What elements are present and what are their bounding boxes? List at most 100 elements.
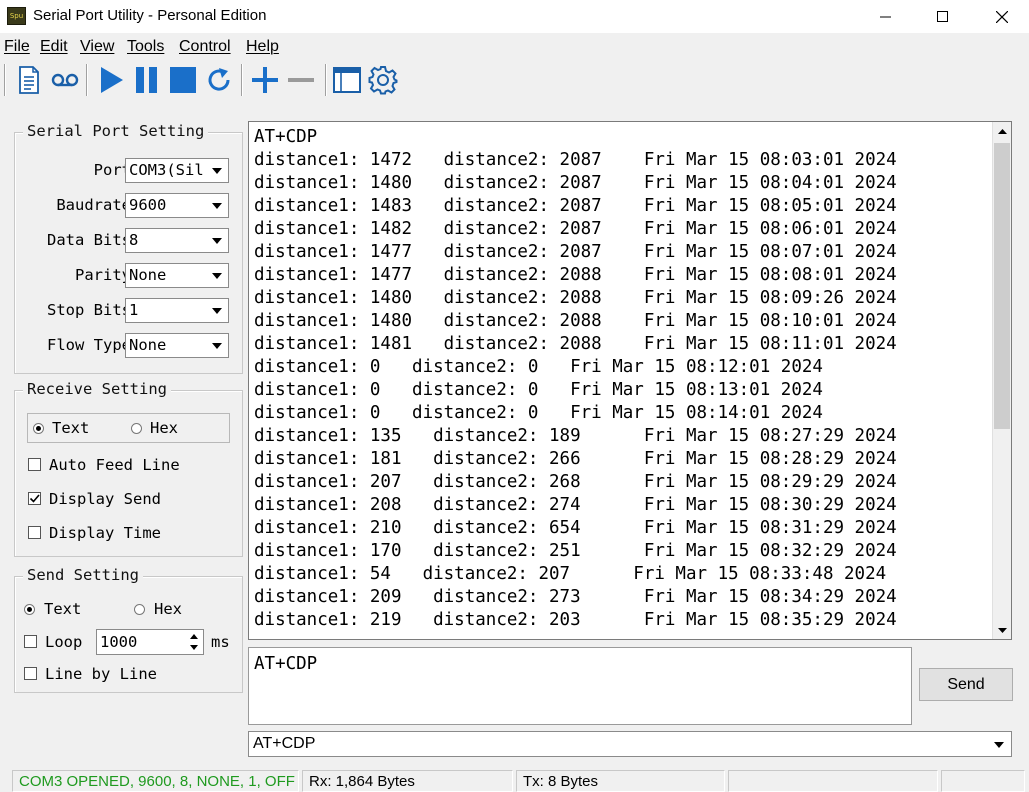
log-line: distance1: 208 distance2: 274 Fri Mar 15… <box>254 495 897 515</box>
display-send-checkbox[interactable] <box>28 492 41 505</box>
send-hex-radio[interactable] <box>134 604 145 615</box>
send-input-text: AT+CDP <box>254 654 318 674</box>
log-line: distance1: 1480 distance2: 2088 Fri Mar … <box>254 311 897 331</box>
minus-icon <box>288 78 314 82</box>
app-icon: Spu <box>7 7 26 25</box>
stop-bits-select[interactable]: 1 <box>125 298 229 323</box>
log-line: distance1: 209 distance2: 273 Fri Mar 15… <box>254 587 897 607</box>
send-text-label: Text <box>44 600 82 618</box>
menu-control[interactable]: Control <box>179 38 231 56</box>
record-button[interactable] <box>47 62 83 98</box>
auto-feed-line-checkbox[interactable] <box>28 458 41 471</box>
receive-setting-title: Receive Setting <box>23 380 171 398</box>
receive-text-radio[interactable] <box>33 423 44 434</box>
title-bar: Spu Serial Port Utility - Personal Editi… <box>0 0 1029 33</box>
close-button[interactable] <box>979 0 1025 33</box>
log-line: distance1: 0 distance2: 0 Fri Mar 15 08:… <box>254 380 823 400</box>
loop-unit-label: ms <box>211 633 230 651</box>
menu-file[interactable]: File <box>4 38 30 56</box>
serial-port-setting-group: Serial Port Setting Port COM3(Sil Baudra… <box>14 122 243 374</box>
remove-button[interactable] <box>283 62 319 98</box>
pause-icon <box>136 67 157 93</box>
send-hex-label: Hex <box>154 600 182 618</box>
pause-button[interactable] <box>129 62 165 98</box>
window-title: Serial Port Utility - Personal Edition <box>33 7 267 24</box>
add-button[interactable] <box>247 62 283 98</box>
log-line: distance1: 135 distance2: 189 Fri Mar 15… <box>254 426 897 446</box>
toolbar-separator <box>325 64 327 96</box>
log-line: distance1: 1477 distance2: 2088 Fri Mar … <box>254 265 897 285</box>
menu-edit[interactable]: Edit <box>40 38 68 56</box>
loop-interval-spinner[interactable]: 1000 <box>96 629 204 655</box>
menu-help[interactable]: Help <box>246 38 279 56</box>
refresh-icon <box>208 68 230 91</box>
log-line: distance1: 54 distance2: 207 Fri Mar 15 … <box>254 564 887 584</box>
spin-down-icon[interactable] <box>186 642 202 653</box>
flow-type-select[interactable]: None <box>125 333 229 358</box>
scroll-thumb[interactable] <box>994 143 1010 429</box>
chevron-down-icon[interactable] <box>990 736 1008 753</box>
auto-feed-line-label: Auto Feed Line <box>49 456 180 474</box>
parity-label: Parity <box>75 266 131 284</box>
log-line: distance1: 170 distance2: 251 Fri Mar 15… <box>254 541 897 561</box>
log-line: distance1: 181 distance2: 266 Fri Mar 15… <box>254 449 897 469</box>
maximize-icon <box>937 10 948 22</box>
menu-tools[interactable]: Tools <box>127 38 164 56</box>
chevron-down-icon <box>208 266 226 285</box>
record-icon <box>51 73 79 87</box>
loop-checkbox[interactable] <box>24 635 37 648</box>
spin-up-icon[interactable] <box>186 631 202 642</box>
stop-icon <box>170 67 196 93</box>
new-button[interactable] <box>11 62 47 98</box>
display-time-checkbox[interactable] <box>28 526 41 539</box>
send-button[interactable]: Send <box>919 668 1013 701</box>
menu-bar: File Edit View Tools Control Help <box>0 33 1029 60</box>
status-bar: COM3 OPENED, 9600, 8, NONE, 1, OFF Rx: 1… <box>0 768 1029 792</box>
parity-select[interactable]: None <box>125 263 229 288</box>
data-bits-select[interactable]: 8 <box>125 228 229 253</box>
port-select[interactable]: COM3(Sil <box>125 158 229 183</box>
menu-view[interactable]: View <box>80 38 114 56</box>
receive-hex-radio[interactable] <box>131 423 142 434</box>
chevron-down-icon <box>208 336 226 355</box>
stop-button[interactable] <box>165 62 201 98</box>
minimize-button[interactable] <box>863 0 909 33</box>
scroll-down-icon[interactable] <box>993 621 1011 639</box>
log-line: distance1: 1477 distance2: 2087 Fri Mar … <box>254 242 897 262</box>
play-button[interactable] <box>93 62 129 98</box>
receive-log[interactable]: AT+CDP distance1: 1472 distance2: 2087 Fr… <box>248 121 1012 640</box>
send-history-select[interactable]: AT+CDP <box>248 731 1012 757</box>
maximize-button[interactable] <box>920 0 966 33</box>
log-line: distance1: 219 distance2: 203 Fri Mar 15… <box>254 610 897 630</box>
send-input[interactable]: AT+CDP <box>248 647 912 725</box>
log-line: distance1: 207 distance2: 268 Fri Mar 15… <box>254 472 897 492</box>
status-panel-empty <box>728 770 938 792</box>
send-history-value: AT+CDP <box>253 735 316 752</box>
status-panel-empty <box>941 770 1025 792</box>
flow-type-label: Flow Type <box>47 336 131 354</box>
stop-bits-value: 1 <box>129 301 139 319</box>
serial-port-setting-title: Serial Port Setting <box>23 122 209 140</box>
refresh-button[interactable] <box>201 62 237 98</box>
receive-setting-group: Receive Setting Text Hex Auto Feed Line … <box>14 380 243 557</box>
receive-hex-label: Hex <box>150 419 178 437</box>
data-bits-label: Data Bits <box>47 231 131 249</box>
stop-bits-label: Stop Bits <box>47 301 131 319</box>
line-by-line-checkbox[interactable] <box>24 667 37 680</box>
log-scrollbar[interactable] <box>992 122 1011 639</box>
send-setting-title: Send Setting <box>23 566 143 584</box>
send-text-radio[interactable] <box>24 604 35 615</box>
play-icon <box>101 67 123 93</box>
scroll-up-icon[interactable] <box>993 122 1011 140</box>
connection-status-text: COM3 OPENED, 9600, 8, NONE, 1, OFF <box>19 773 295 790</box>
log-line: distance1: 0 distance2: 0 Fri Mar 15 08:… <box>254 357 823 377</box>
baudrate-select[interactable]: 9600 <box>125 193 229 218</box>
log-line: distance1: 210 distance2: 654 Fri Mar 15… <box>254 518 897 538</box>
log-line: distance1: 0 distance2: 0 Fri Mar 15 08:… <box>254 403 823 423</box>
toolbar <box>0 60 1029 100</box>
toolbar-separator <box>4 64 6 96</box>
window-button[interactable] <box>329 62 365 98</box>
settings-button[interactable] <box>365 62 401 98</box>
loop-label: Loop <box>45 633 83 651</box>
plus-icon <box>252 67 278 93</box>
